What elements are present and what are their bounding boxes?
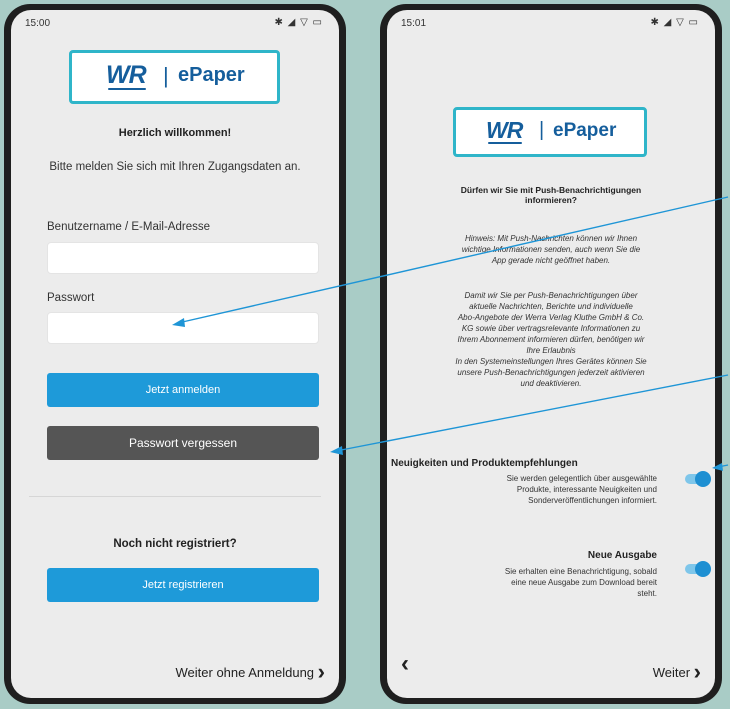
push-consent-text: Damit wir Sie per Push-Benachrichtigunge… [455, 291, 647, 388]
login-button[interactable]: Jetzt anmelden [47, 373, 319, 407]
status-icons: ✱ ◢ ▽ ▭ [274, 17, 323, 28]
continue-link-text: Weiter ohne Anmeldung [175, 665, 315, 680]
toggle-news[interactable] [683, 471, 711, 487]
password-input[interactable] [47, 312, 319, 344]
next-chevron-icon: › [317, 659, 325, 684]
setting-new-issue-description: Sie erhalten eine Benachrichtigung, soba… [504, 567, 657, 598]
back-chevron-icon[interactable]: ‹ [401, 650, 409, 678]
register-prompt: Noch nicht registriert? [113, 538, 237, 550]
divider [29, 496, 321, 497]
toggle-new-issue[interactable] [683, 561, 711, 577]
register-button[interactable]: Jetzt registrieren [47, 568, 319, 602]
phone-push-consent: 15:01 ✱ ◢ ▽ ▭ WR | ePaper Dürfen wir Sie… [380, 4, 722, 704]
status-time: 15:00 [25, 18, 51, 29]
username-label: Benutzername / E-Mail-Adresse [47, 221, 210, 233]
wr-logo-icon: WR [486, 117, 523, 144]
login-screen: 15:00 ✱ ◢ ▽ ▭ WR | ePaper Herzlich willk… [11, 10, 339, 698]
username-input[interactable] [47, 242, 319, 274]
status-icons: ✱ ◢ ▽ ▭ [650, 17, 699, 28]
status-time: 15:01 [401, 18, 427, 29]
continue-without-login-link[interactable]: Weiter ohne Anmeldung › [175, 657, 325, 684]
welcome-subtitle: Bitte melden Sie sich mit Ihren Zugangsd… [49, 161, 301, 173]
setting-news-title: Neuigkeiten und Produktempfehlungen [391, 458, 578, 469]
welcome-title: Herzlich willkommen! [118, 127, 232, 139]
next-chevron-icon: › [693, 659, 701, 684]
wr-epaper-logo: WR | ePaper [453, 107, 647, 157]
wr-logo-icon: WR [106, 61, 147, 90]
push-hint: Hinweis: Mit Push-Nachrichten können wir… [461, 234, 641, 265]
push-question: Dürfen wir Sie mit Push-Benachrichtigung… [460, 185, 642, 205]
phone-login: 15:00 ✱ ◢ ▽ ▭ WR | ePaper Herzlich willk… [4, 4, 346, 704]
next-link-text: Weiter [652, 665, 691, 680]
wr-epaper-logo: WR | ePaper [69, 50, 280, 104]
forgot-password-button[interactable]: Passwort vergessen [47, 426, 319, 460]
next-link[interactable]: Weiter › [652, 657, 701, 684]
password-label: Passwort [47, 292, 95, 304]
push-consent-screen: 15:01 ✱ ◢ ▽ ▭ WR | ePaper Dürfen wir Sie… [387, 10, 715, 698]
setting-new-issue-title: Neue Ausgabe [587, 550, 657, 561]
status-bar: 15:01 ✱ ◢ ▽ ▭ [387, 10, 715, 36]
status-bar: 15:00 ✱ ◢ ▽ ▭ [11, 10, 339, 36]
setting-news-description: Sie werden gelegentlich über ausgewählte… [506, 474, 657, 505]
